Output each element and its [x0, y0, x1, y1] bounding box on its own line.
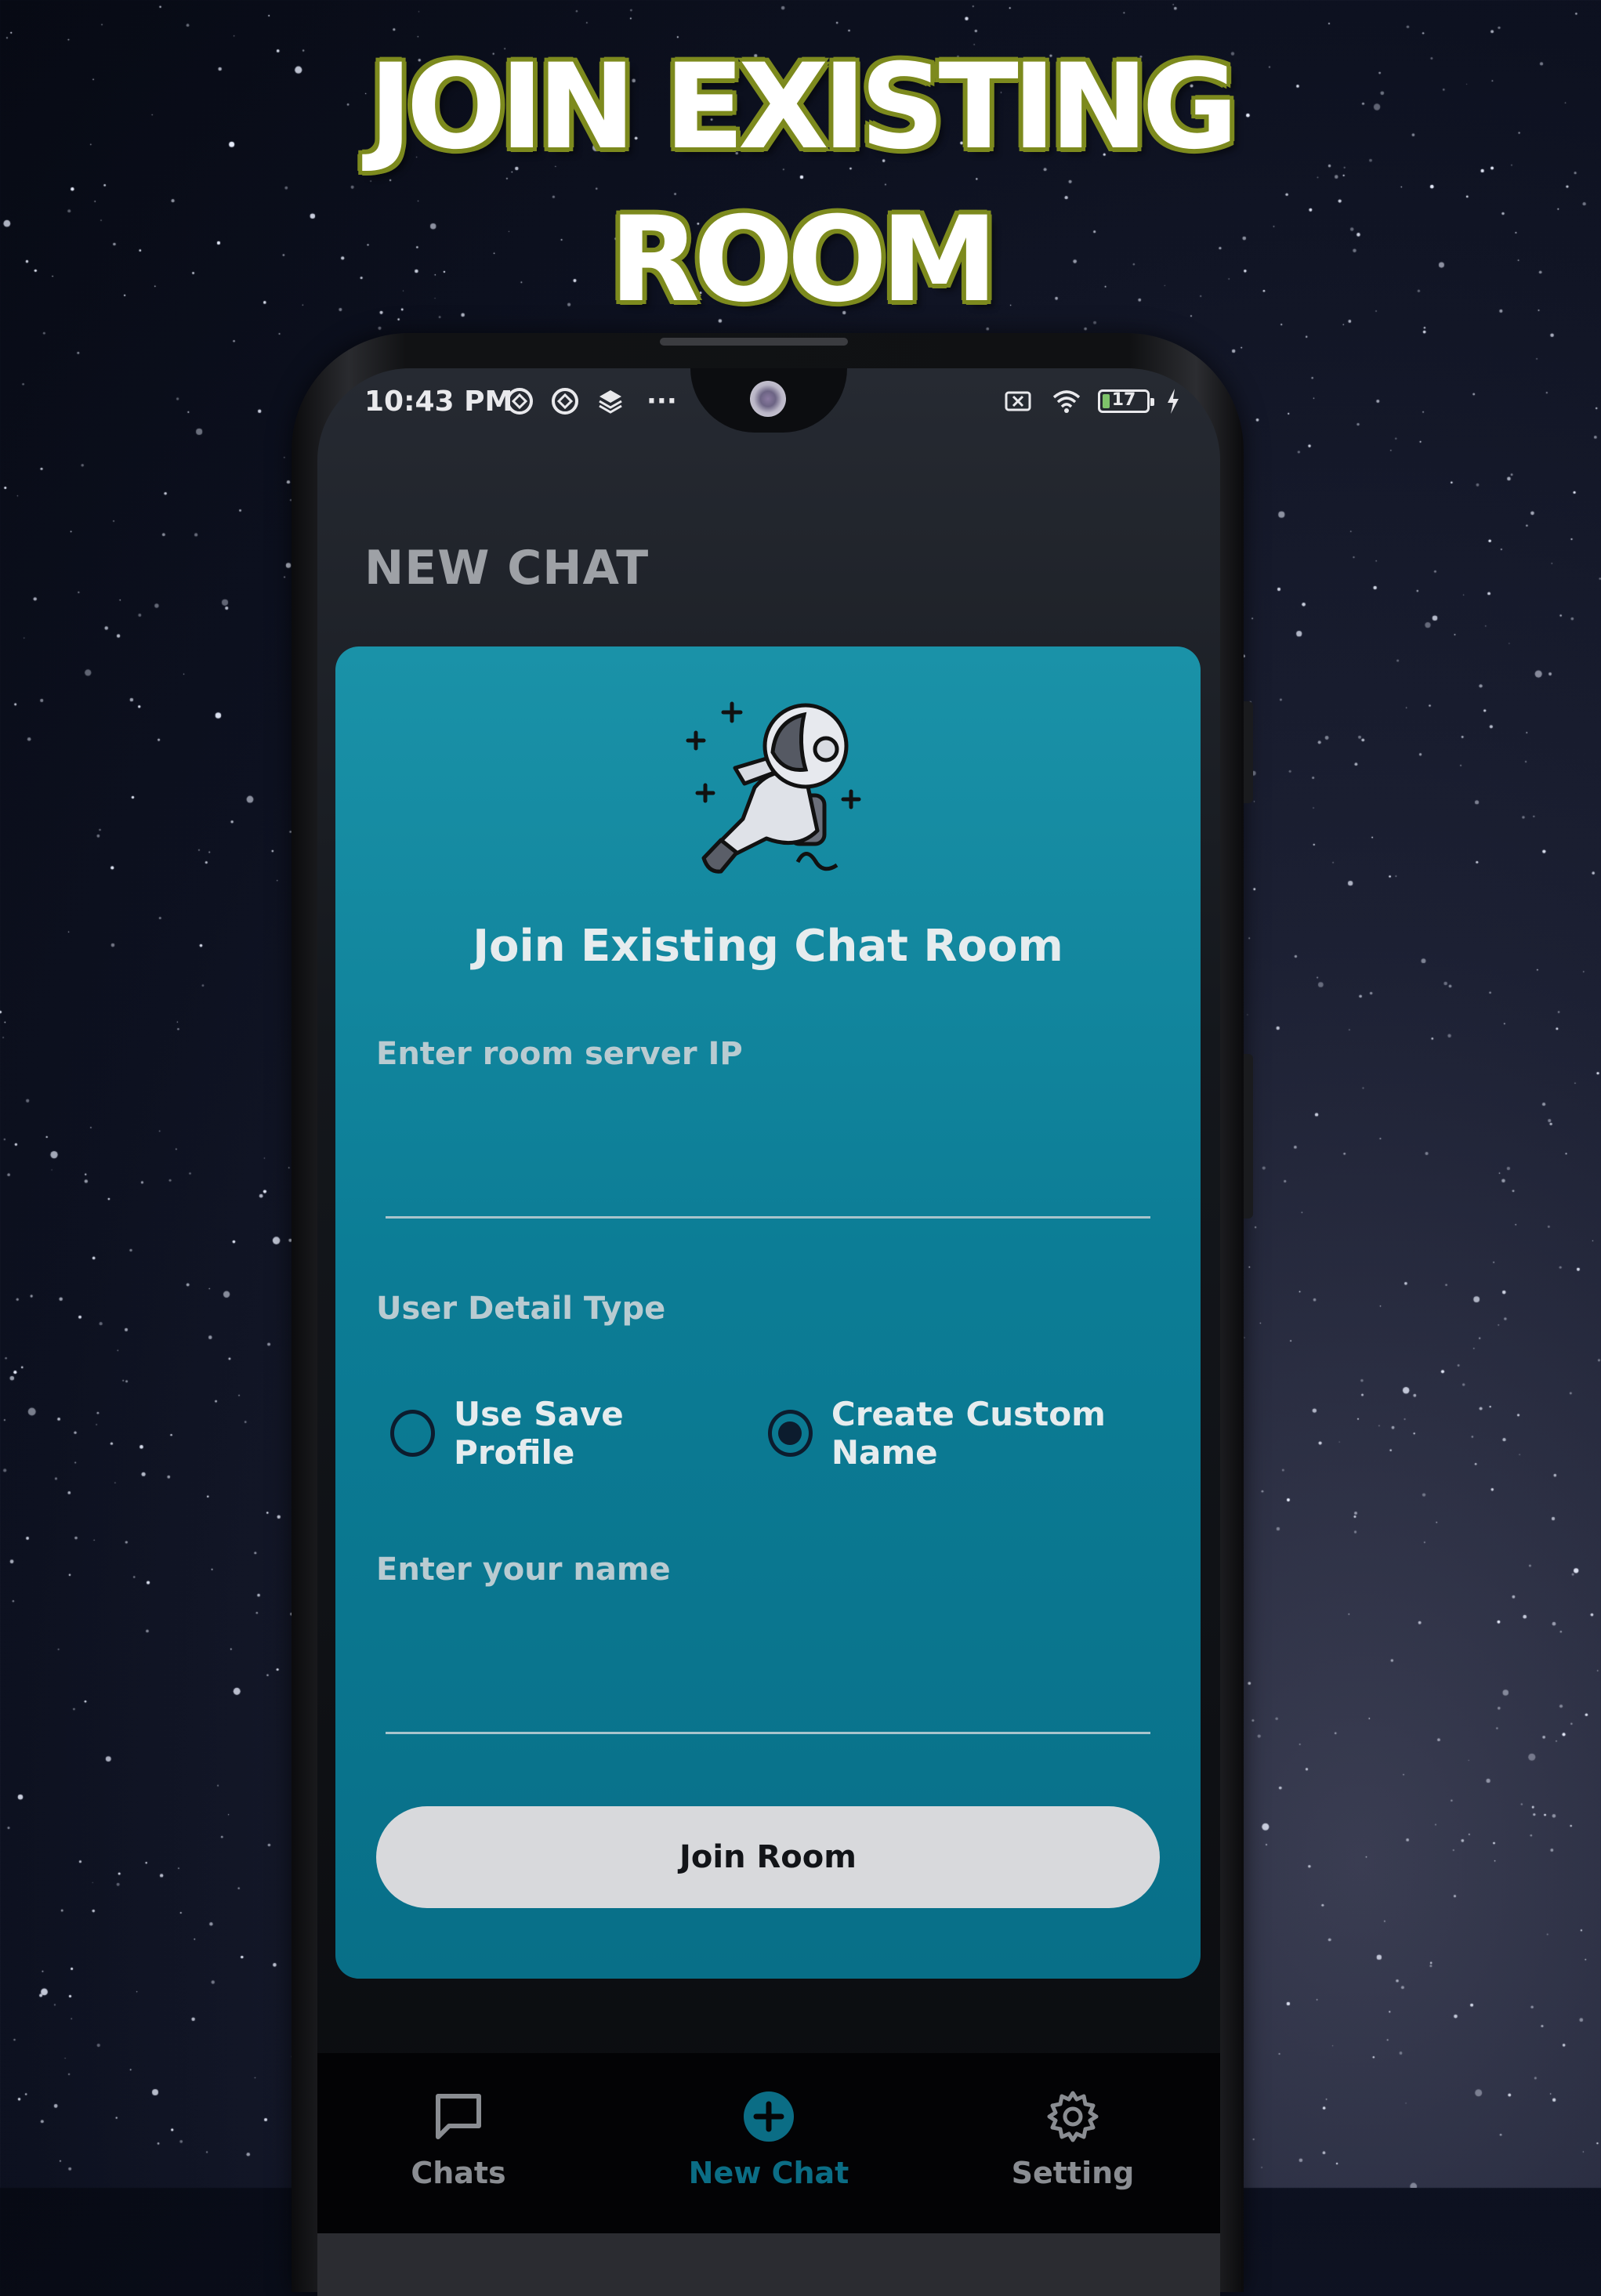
gear-icon: [1047, 2091, 1099, 2142]
radio-dot: [778, 1421, 802, 1445]
nav-label-chats: Chats: [411, 2156, 506, 2190]
nav-item-new-chat[interactable]: New Chat: [667, 2088, 871, 2190]
status-icons-left: ···: [502, 384, 677, 418]
system-bar: [317, 2233, 1220, 2296]
phone-screen: 10:43 PM ··· 17 NEW CHAT Join Existing C…: [317, 368, 1220, 2296]
astronaut-icon: [686, 701, 861, 874]
page-title: NEW CHAT: [364, 541, 650, 596]
radio-unselected-icon[interactable]: [390, 1410, 436, 1457]
sync-icon: [502, 384, 537, 418]
phone-speaker: [660, 338, 848, 346]
nav-item-chats[interactable]: Chats: [357, 2088, 560, 2190]
battery-icon: 17: [1098, 389, 1154, 413]
radio-label-use-save-profile: Use Save Profile: [454, 1395, 624, 1472]
chat-bubble-icon: [436, 2094, 481, 2139]
user-detail-label: User Detail Type: [376, 1291, 666, 1327]
radio-create-custom-name[interactable]: Create Custom Name: [767, 1395, 1201, 1472]
plus-circle-icon: [744, 2091, 794, 2142]
bottom-navigation: Chats New Chat Setting: [317, 2053, 1220, 2233]
join-room-button[interactable]: Join Room: [376, 1806, 1160, 1908]
card-title: Join Existing Chat Room: [473, 921, 1063, 972]
name-input[interactable]: [386, 1679, 1150, 1734]
nav-item-setting[interactable]: Setting: [971, 2088, 1175, 2190]
server-ip-input[interactable]: [386, 1164, 1150, 1219]
status-time: 10:43 PM: [364, 386, 513, 418]
user-detail-radio-group: Use Save Profile Create Custom Name: [390, 1395, 1201, 1472]
front-camera: [750, 381, 786, 417]
battery-level: 17: [1111, 390, 1136, 410]
status-icons-right: 17: [1001, 384, 1183, 418]
radio-label-create-custom-name: Create Custom Name: [831, 1395, 1106, 1472]
no-sim-icon: [1001, 384, 1035, 418]
more-notifications-icon: ···: [647, 386, 677, 417]
promo-headline: JOIN EXISTING ROOM: [0, 31, 1601, 337]
battery-tip: [1150, 398, 1154, 406]
phone-frame: 10:43 PM ··· 17 NEW CHAT Join Existing C…: [292, 333, 1253, 2296]
power-button: [1244, 1054, 1253, 1219]
wifi-icon: [1049, 384, 1084, 418]
radio-use-save-profile[interactable]: Use Save Profile: [390, 1395, 738, 1472]
join-room-card: Join Existing Chat Room Enter room serve…: [335, 646, 1201, 1979]
volume-button: [1244, 701, 1253, 803]
server-ip-label: Enter room server IP: [376, 1036, 743, 1072]
nav-label-setting: Setting: [1011, 2156, 1135, 2190]
radio-selected-icon[interactable]: [767, 1410, 813, 1457]
nav-label-new-chat: New Chat: [688, 2156, 849, 2190]
charging-icon: [1164, 384, 1183, 418]
headline-line-1: JOIN EXISTING: [368, 39, 1239, 176]
headline-line-2: ROOM: [609, 192, 998, 328]
sync-icon: [548, 384, 582, 418]
name-label: Enter your name: [376, 1552, 671, 1588]
layers-icon: [593, 384, 628, 418]
